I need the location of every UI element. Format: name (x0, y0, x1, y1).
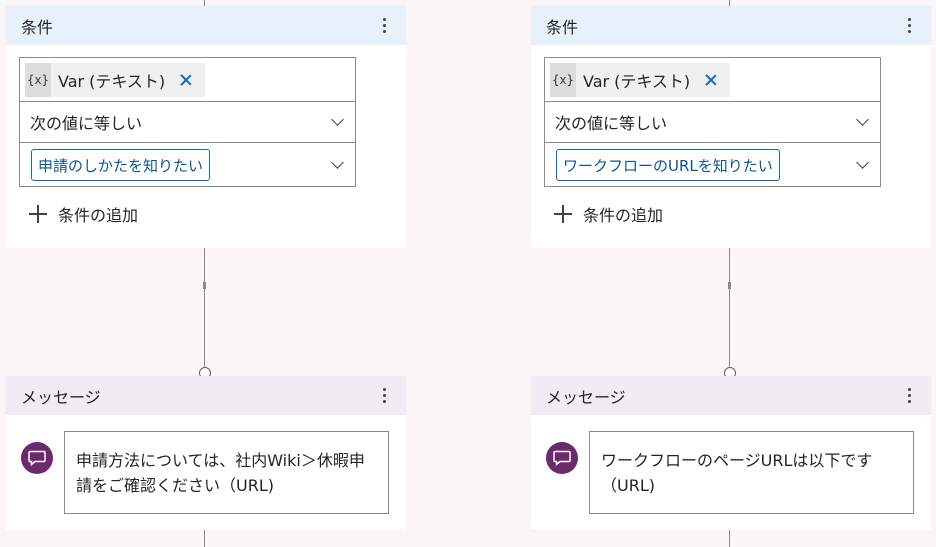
variable-chip[interactable]: {x} Var (テキスト) (550, 62, 731, 97)
message-node[interactable]: メッセージ ワークフローのページURLは以下です（URL) (531, 376, 931, 530)
connector-line (204, 248, 205, 368)
condition-node[interactable]: 条件 {x} Var (テキスト) 次の値に等しい ワークフローのURLを知りた… (531, 6, 931, 248)
message-text-box[interactable]: 申請方法については、社内Wiki＞休暇申請をご確認ください（URL) (64, 431, 389, 514)
add-condition-label: 条件の追加 (583, 206, 664, 225)
chevron-down-icon[interactable] (856, 115, 870, 129)
plus-icon (553, 204, 573, 224)
remove-variable-icon[interactable] (179, 73, 193, 87)
variable-icon: {x} (25, 62, 51, 97)
condition-node[interactable]: 条件 {x} Var (テキスト) 次の値に等しい 申請のしかたを知りたい 条件… (6, 6, 406, 248)
condition-editor: {x} Var (テキスト) 次の値に等しい ワークフローのURLを知りたい (544, 57, 881, 187)
value-dropdown[interactable]: 申請のしかたを知りたい (20, 143, 355, 187)
connector-line (204, 530, 205, 547)
value-tag[interactable]: 申請のしかたを知りたい (31, 149, 211, 181)
add-condition-label: 条件の追加 (58, 206, 139, 225)
message-header: メッセージ (6, 376, 406, 415)
connector-line (729, 530, 730, 547)
condition-title: 条件 (546, 17, 579, 37)
variable-label: Var (テキスト) (583, 71, 691, 91)
variable-row[interactable]: {x} Var (テキスト) (545, 58, 880, 102)
condition-title: 条件 (21, 17, 54, 37)
chevron-down-icon[interactable] (331, 115, 345, 129)
more-options-icon[interactable] (901, 16, 917, 36)
condition-header: 条件 (6, 6, 406, 45)
variable-chip[interactable]: {x} Var (テキスト) (25, 62, 206, 97)
operator-dropdown[interactable]: 次の値に等しい (20, 102, 355, 143)
connector-line (729, 248, 730, 368)
value-tag[interactable]: ワークフローのURLを知りたい (556, 149, 780, 181)
operator-label: 次の値に等しい (555, 114, 668, 133)
add-condition-button[interactable]: 条件の追加 (553, 202, 663, 226)
message-node[interactable]: メッセージ 申請方法については、社内Wiki＞休暇申請をご確認ください（URL) (6, 376, 406, 530)
condition-header: 条件 (531, 6, 931, 45)
more-options-icon[interactable] (901, 386, 917, 406)
connector-tick (728, 282, 731, 289)
variable-label: Var (テキスト) (58, 71, 166, 91)
message-title: メッセージ (21, 387, 101, 407)
add-condition-button[interactable]: 条件の追加 (28, 202, 138, 226)
more-options-icon[interactable] (376, 16, 392, 36)
operator-label: 次の値に等しい (30, 114, 143, 133)
operator-dropdown[interactable]: 次の値に等しい (545, 102, 880, 143)
message-text-box[interactable]: ワークフローのページURLは以下です（URL) (589, 431, 914, 514)
more-options-icon[interactable] (376, 386, 392, 406)
connector-tick (203, 282, 206, 289)
chat-bubble-icon (21, 442, 53, 474)
variable-icon: {x} (550, 62, 576, 97)
value-dropdown[interactable]: ワークフローのURLを知りたい (545, 143, 880, 187)
flow-branch-2: 条件 {x} Var (テキスト) 次の値に等しい ワークフローのURLを知りた… (531, 0, 931, 547)
message-title: メッセージ (546, 387, 626, 407)
remove-variable-icon[interactable] (704, 73, 718, 87)
chevron-down-icon[interactable] (856, 158, 870, 172)
condition-editor: {x} Var (テキスト) 次の値に等しい 申請のしかたを知りたい (19, 57, 356, 187)
flow-branch-1: 条件 {x} Var (テキスト) 次の値に等しい 申請のしかたを知りたい 条件… (6, 0, 406, 547)
message-header: メッセージ (531, 376, 931, 415)
chevron-down-icon[interactable] (331, 158, 345, 172)
variable-row[interactable]: {x} Var (テキスト) (20, 58, 355, 102)
chat-bubble-icon (546, 442, 578, 474)
plus-icon (28, 204, 48, 224)
